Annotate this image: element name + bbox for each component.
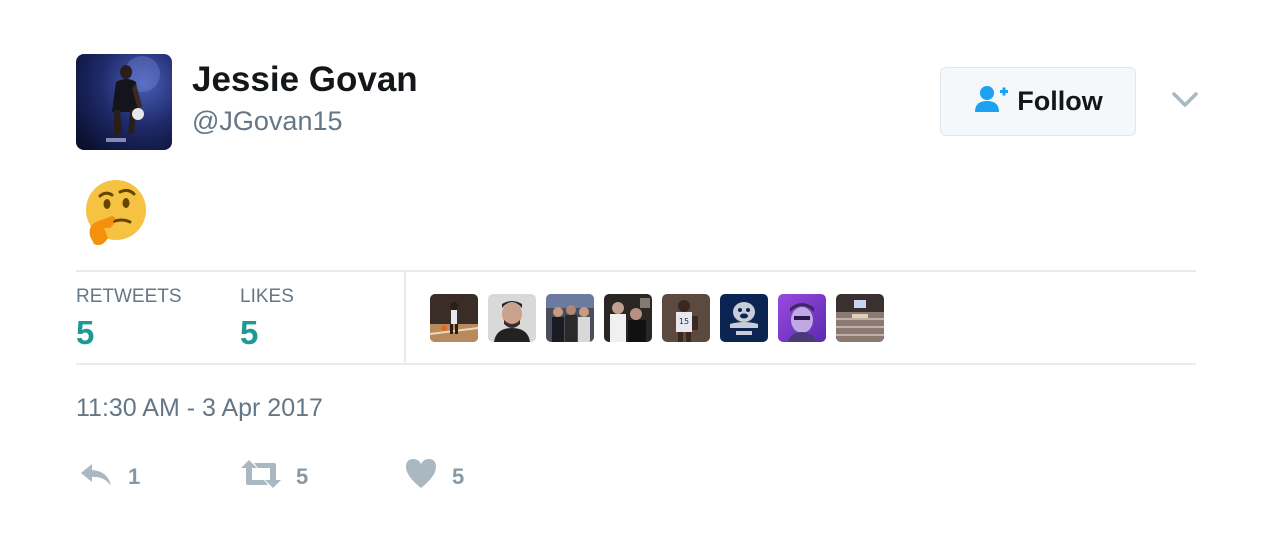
liker-avatar[interactable]: 15: [662, 294, 710, 342]
likes-label[interactable]: LIKES: [240, 286, 294, 308]
tweet-timestamp[interactable]: 11:30 AM - 3 Apr 2017: [76, 394, 323, 423]
avatar[interactable]: [76, 54, 172, 150]
tweet-card: Jessie Govan @JGovan15 Follow RETWEETS 5…: [0, 0, 1276, 556]
georgetown-logo-icon[interactable]: [720, 294, 768, 342]
like-button[interactable]: 5: [404, 456, 464, 497]
add-user-icon: [973, 85, 1009, 118]
follow-button[interactable]: Follow: [940, 67, 1136, 136]
retweet-button[interactable]: 5: [240, 456, 308, 497]
divider: [404, 272, 406, 364]
divider: [76, 270, 1196, 272]
retweet-icon: [240, 456, 282, 497]
like-count: 5: [452, 463, 465, 489]
svg-text:15: 15: [679, 317, 689, 326]
heart-icon: [404, 456, 438, 497]
reply-count: 1: [128, 463, 141, 489]
liker-avatar[interactable]: [836, 294, 884, 342]
likes-count[interactable]: 5: [240, 314, 258, 352]
reply-button[interactable]: 1: [78, 456, 140, 497]
reply-icon: [78, 456, 114, 497]
divider: [76, 363, 1196, 365]
chevron-down-icon[interactable]: [1170, 88, 1200, 112]
retweets-count[interactable]: 5: [76, 314, 94, 352]
user-handle[interactable]: @JGovan15: [192, 106, 343, 137]
retweets-label[interactable]: RETWEETS: [76, 286, 182, 308]
liker-avatar[interactable]: [488, 294, 536, 342]
thinking-face-emoji: [82, 178, 150, 250]
follow-button-label: Follow: [1017, 86, 1103, 116]
display-name[interactable]: Jessie Govan: [192, 60, 418, 100]
liker-avatar[interactable]: [778, 294, 826, 342]
liker-avatar[interactable]: [546, 294, 594, 342]
liker-avatar[interactable]: [430, 294, 478, 342]
retweet-count: 5: [296, 463, 309, 489]
liker-avatars: 15: [430, 294, 884, 342]
liker-avatar[interactable]: [604, 294, 652, 342]
